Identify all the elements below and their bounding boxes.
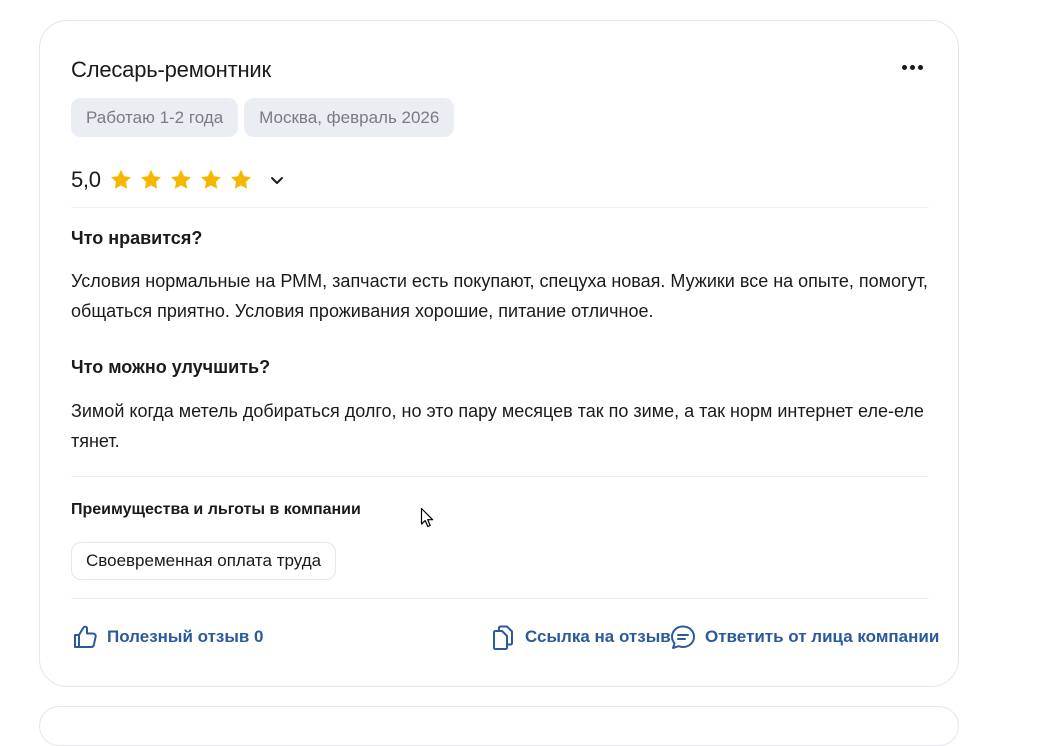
copy-link-icon [493,625,513,650]
mouse-cursor-icon [420,507,434,528]
helpful-button[interactable]: Полезный отзыв 0 [71,622,264,652]
more-dot [901,64,907,70]
reply-label: Ответить от лица компании [705,627,940,646]
copy-link-label: Ссылка на отзыв [525,627,671,646]
likes-heading: Что нравится? [71,228,203,248]
chevron-down-icon[interactable] [267,170,287,190]
divider [71,476,929,477]
review-actions: Полезный отзыв 0 Ссылка на отзыв Ответит… [71,622,939,652]
review-title: Слесарь-ремонтник [71,57,271,82]
reply-button[interactable]: Ответить от лица компании [669,622,939,652]
rating-stars [109,168,253,192]
more-dot [909,64,915,70]
improve-text: Зимой когда метель добираться долго, но … [71,401,924,451]
review-card: Слесарь-ремонтник Работаю 1-2 года Москв… [39,20,959,687]
star-icon [230,169,251,189]
star-icon [140,169,161,189]
location-date-tag: Москва, февраль 2026 [244,98,455,137]
next-review-card [39,706,959,746]
benefits-heading: Преимущества и льготы в компании [71,501,361,518]
star-icon [110,169,131,189]
benefit-chip: Своевременная оплата труда [71,542,337,580]
star-icon [200,169,221,189]
likes-text: Условия нормальные на РММ, запчасти есть… [71,271,928,321]
more-options-icon[interactable] [896,53,928,81]
thumbs-up-icon [74,625,97,648]
copy-link-button[interactable]: Ссылка на отзыв [489,622,671,652]
rating-value: 5,0 [71,167,101,192]
more-dot [917,64,923,70]
chat-bubble-icon [671,625,695,649]
improve-heading: Что можно улучшить? [71,357,271,377]
rating-row: 5,0 [71,167,287,193]
divider [71,598,929,599]
experience-tag: Работаю 1-2 года [71,98,239,137]
star-icon [170,169,191,189]
review-tags: Работаю 1-2 года Москва, февраль 2026 [71,98,455,137]
helpful-label: Полезный отзыв 0 [107,627,264,646]
divider [71,207,929,208]
